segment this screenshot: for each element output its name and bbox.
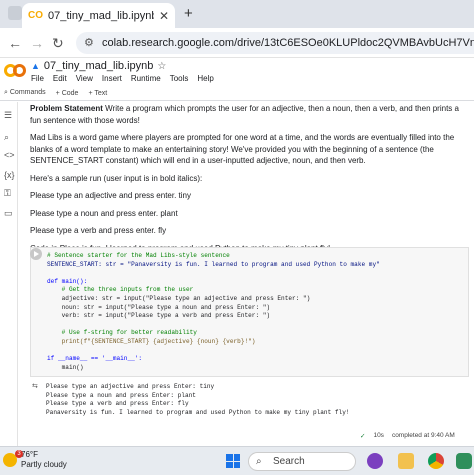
output-line: Please type a noun and press Enter: plan… <box>46 391 196 399</box>
code-snippets-icon[interactable]: <> <box>4 150 15 160</box>
code-editor[interactable]: # Sentence starter for the Mad Libs-styl… <box>47 252 380 372</box>
code-line: # Sentence starter for the Mad Libs-styl… <box>47 252 230 259</box>
code-line: SENTENCE_START: str = "Panaversity is fu… <box>47 260 380 268</box>
run-cell-button[interactable] <box>30 248 42 260</box>
menu-runtime[interactable]: Runtime <box>131 74 161 83</box>
tab-title: 07_tiny_mad_lib.ipynb - Colab <box>48 9 154 22</box>
purple-app-icon[interactable] <box>367 453 383 469</box>
copilot-icon[interactable] <box>456 453 472 469</box>
url-text: colab.research.google.com/drive/13tC6ESO… <box>102 37 474 49</box>
menu-view[interactable]: View <box>76 74 93 83</box>
text-cell[interactable]: Problem Statement Write a program which … <box>30 103 470 260</box>
output-text: Please type an adjective and press Enter… <box>46 383 350 417</box>
forward-icon[interactable]: → <box>30 35 44 51</box>
toc-icon[interactable]: ☰ <box>4 110 12 121</box>
output-actions-icon[interactable]: ⇆ <box>32 382 38 390</box>
menu-tools[interactable]: Tools <box>170 74 189 83</box>
tab-menu-icon[interactable] <box>8 6 22 20</box>
code-cell[interactable]: # Sentence starter for the Mad Libs-styl… <box>30 247 469 377</box>
reload-icon[interactable]: ↻ <box>52 35 64 52</box>
file-explorer-icon[interactable] <box>398 453 414 469</box>
output-cell: ⇆ Please type an adjective and press Ent… <box>30 380 469 420</box>
notebook-name[interactable]: 07_tiny_mad_lib.ipynb <box>44 60 153 72</box>
code-line: verb: str = input("Please type a verb an… <box>47 312 271 320</box>
variables-icon[interactable]: {x} <box>4 170 15 180</box>
windows-taskbar: 3 76°F Partly cloudy ⌕ Search <box>0 446 474 475</box>
star-icon[interactable]: ☆ <box>157 61 166 72</box>
sample-heading: Here's a sample run (user input is in bo… <box>30 173 203 183</box>
intro-paragraph: Mad Libs is a word game where players ar… <box>30 133 455 165</box>
code-line: def main(): <box>47 277 88 285</box>
output-line: Please type an adjective and press Enter… <box>46 383 215 390</box>
output-line: Please type a verb and press Enter: fly <box>46 400 189 408</box>
weather-widget[interactable]: 3 76°F Partly cloudy <box>3 450 67 470</box>
back-icon[interactable]: ← <box>8 35 22 51</box>
code-line: print(f"{SENTENCE_START} {adjective} {no… <box>47 337 256 345</box>
sample-line: Please type an adjective and press enter… <box>30 191 191 200</box>
check-icon: ✓ <box>360 433 366 440</box>
code-line: main() <box>47 363 84 371</box>
problem-statement: Problem Statement Write a program which … <box>30 103 470 126</box>
taskbar-search[interactable]: ⌕ Search <box>248 452 356 471</box>
notebook-toolbar: ⌕ Commands + Code + Text <box>0 86 474 101</box>
add-text-button[interactable]: + Text <box>88 90 107 97</box>
notebook-title[interactable]: ▲ 07_tiny_mad_lib.ipynb ☆ <box>31 60 166 72</box>
files-folder-icon[interactable]: ▭ <box>4 208 13 219</box>
new-tab-button[interactable]: + <box>184 5 193 22</box>
left-sidebar: ☰ ⌕ <> {x} ⚿ ▭ <box>0 102 18 446</box>
commands-button[interactable]: ⌕ Commands <box>4 89 46 97</box>
notification-badge: 3 <box>15 450 23 458</box>
code-line: adjective: str = input("Please type an a… <box>47 294 311 302</box>
add-code-button[interactable]: + Code <box>56 90 79 97</box>
output-line: Panaversity is fun. I learned to program… <box>46 408 350 416</box>
sample-line: Please type a verb and press enter. fly <box>30 226 167 235</box>
weather-condition: Partly cloudy <box>21 460 67 469</box>
completed-time: completed at 9:40 AM <box>391 432 455 439</box>
browser-tab-bar: CO 07_tiny_mad_lib.ipynb - Colab ✕ + <box>0 0 474 28</box>
menu-insert[interactable]: Insert <box>102 74 122 83</box>
execution-status[interactable]: ✓ 10s completed at 9:40 AM <box>360 432 455 440</box>
windows-start-icon[interactable] <box>226 454 240 468</box>
colab-header: ▲ 07_tiny_mad_lib.ipynb ☆ File Edit View… <box>0 58 474 86</box>
url-field[interactable]: ⚙ colab.research.google.com/drive/13tC6E… <box>76 32 474 54</box>
browser-tab[interactable]: CO 07_tiny_mad_lib.ipynb - Colab ✕ <box>22 3 175 28</box>
chrome-icon[interactable] <box>428 453 444 469</box>
drive-icon: ▲ <box>31 61 40 71</box>
site-info-icon[interactable]: ⚙ <box>84 32 94 54</box>
sample-line: Please type a noun and press enter. plan… <box>30 208 178 218</box>
problem-label: Problem Statement <box>30 104 103 113</box>
search-icon: ⌕ <box>256 456 262 467</box>
code-line: noun: str = input("Please type a noun an… <box>47 303 271 311</box>
code-line: # Get the three inputs from the user <box>47 286 194 294</box>
search-label: Search <box>273 456 305 467</box>
menu-bar: File Edit View Insert Runtime Tools Help <box>31 74 214 83</box>
menu-file[interactable]: File <box>31 74 44 83</box>
temperature: 76°F <box>21 450 38 459</box>
code-line: if __name__ == '__main__': <box>47 355 143 363</box>
colab-logo-icon[interactable] <box>4 64 26 78</box>
exec-time: 10s <box>373 432 384 439</box>
close-tab-icon[interactable]: ✕ <box>159 9 169 23</box>
address-bar-row: ← → ↻ ⚙ colab.research.google.com/drive/… <box>0 28 474 58</box>
secrets-key-icon[interactable]: ⚿ <box>4 188 11 199</box>
code-line: # Use f-string for better readability <box>47 329 197 337</box>
search-icon[interactable]: ⌕ <box>4 132 9 143</box>
menu-help[interactable]: Help <box>197 74 213 83</box>
colab-favicon-icon: CO <box>28 10 43 21</box>
menu-edit[interactable]: Edit <box>53 74 67 83</box>
